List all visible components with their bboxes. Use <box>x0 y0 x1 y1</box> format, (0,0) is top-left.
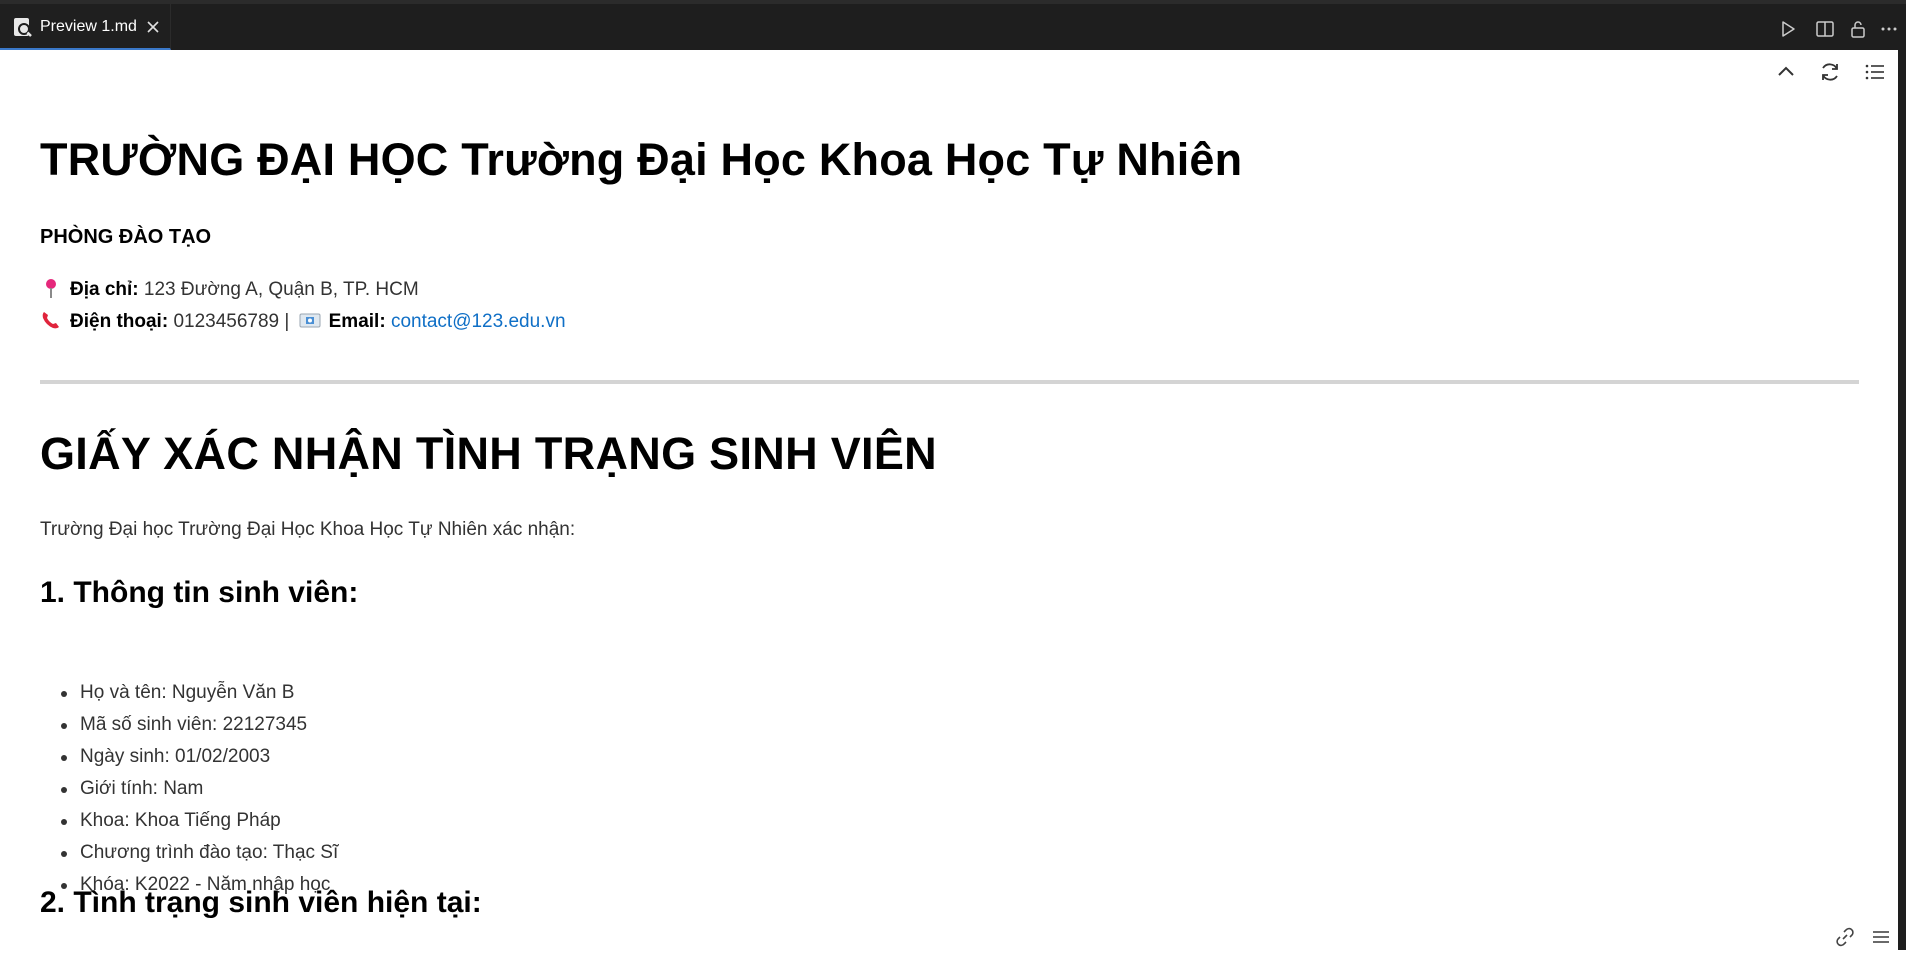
list-item: Mã số sinh viên: 22127345 <box>40 709 338 741</box>
split-editor-icon[interactable] <box>1815 19 1835 39</box>
school-heading: TRƯỜNG ĐẠI HỌC Trường Đại Học Khoa Học T… <box>40 134 1243 185</box>
department-heading: PHÒNG ĐÀO TẠO <box>40 226 212 248</box>
email-label: Email: <box>328 311 386 332</box>
document-title: GIẤY XÁC NHẬN TÌNH TRẠNG SINH VIÊN <box>40 428 937 479</box>
address-label: Địa chỉ: <box>70 279 139 300</box>
address-value: 123 Đường A, Quận B, TP. HCM <box>143 279 419 300</box>
menu-icon[interactable] <box>1870 926 1892 948</box>
telephone-icon <box>40 309 62 331</box>
student-info-list: Họ và tên: Nguyễn Văn B Mã số sinh viên:… <box>40 677 338 901</box>
section-heading-student-status: 2. Tình trạng sinh viên hiện tại: <box>40 886 482 919</box>
outline-list-icon[interactable] <box>1863 60 1887 84</box>
link-icon[interactable] <box>1834 926 1856 948</box>
intro-paragraph: Trường Đại học Trường Đại Học Khoa Học T… <box>40 519 576 540</box>
markdown-preview-icon <box>13 17 33 37</box>
contact-line: Điện thoại: 0123456789 | Email: contact@… <box>40 309 566 333</box>
list-item: Giới tính: Nam <box>40 773 338 805</box>
editor-tab-bar: Preview 1.md <box>0 0 1906 50</box>
more-actions-icon[interactable] <box>1879 19 1899 39</box>
phone-label: Điện thoại: <box>70 311 169 332</box>
horizontal-rule <box>40 380 1859 384</box>
phone-value: 0123456789 | <box>173 311 290 332</box>
tab-preview-1-md[interactable]: Preview 1.md <box>0 4 171 50</box>
chevron-up-icon[interactable] <box>1774 60 1798 84</box>
run-icon[interactable] <box>1778 19 1798 39</box>
refresh-icon[interactable] <box>1818 60 1842 84</box>
list-item: Khoa: Khoa Tiếng Pháp <box>40 805 338 837</box>
tab-label: Preview 1.md <box>40 18 137 35</box>
envelope-icon <box>299 309 321 331</box>
section-heading-student-info: 1. Thông tin sinh viên: <box>40 576 359 609</box>
address-line: Địa chỉ: 123 Đường A, Quận B, TP. HCM <box>40 277 419 301</box>
close-icon[interactable] <box>145 19 161 35</box>
vertical-scrollbar[interactable] <box>1898 50 1906 950</box>
unlock-icon[interactable] <box>1848 19 1868 39</box>
list-item: Ngày sinh: 01/02/2003 <box>40 741 338 773</box>
pushpin-icon <box>40 277 62 299</box>
list-item: Họ và tên: Nguyễn Văn B <box>40 677 338 709</box>
list-item: Chương trình đào tạo: Thạc Sĩ <box>40 837 338 869</box>
email-link[interactable]: contact@123.edu.vn <box>391 311 566 332</box>
